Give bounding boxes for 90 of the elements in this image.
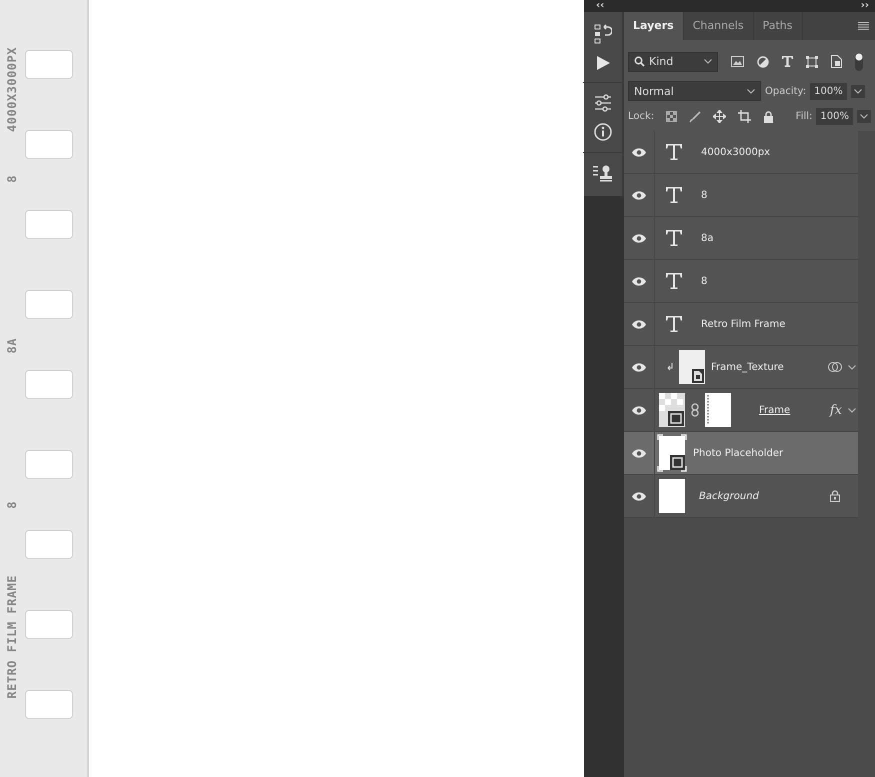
mask-thumbnail [705,393,731,427]
eye-icon[interactable] [632,448,646,458]
layer-name: 8a [701,232,714,244]
eye-icon[interactable] [632,234,646,242]
layer-row[interactable]: Background [624,475,858,518]
caret-icon [854,88,862,94]
panel-tab[interactable]: Layers [624,12,684,40]
type-filter-icon[interactable] [782,56,793,67]
filter-dropdown[interactable]: Kind [628,52,718,72]
image-filter-icon[interactable] [731,56,744,67]
adjustment-filter-icon[interactable] [757,56,769,68]
fill-label: Fill: [796,111,812,122]
sprocket-hole [25,210,73,239]
layer-name: Frame [759,404,790,416]
play-icon[interactable] [595,55,611,71]
opacity-label: Opacity: [765,86,806,96]
layer-thumbnail [659,479,685,513]
expand-button[interactable]: ›› [860,0,869,12]
layer-row[interactable]: 4000x3000px [624,131,858,174]
sprocket-hole [25,610,73,639]
lock-transparency-icon[interactable] [666,111,678,122]
strip-label: RETRO FILM FRAME [5,574,19,699]
search-icon [634,56,645,67]
text-layer-icon [666,187,682,203]
layer-row[interactable]: 8 [624,260,858,303]
eye-icon[interactable] [632,492,646,500]
layer-row[interactable]: Frame fx [624,389,858,432]
move-icon[interactable] [713,110,726,123]
sprocket-hole [25,450,73,479]
opacity-field[interactable]: 100% [810,82,847,100]
layer-name: Photo Placeholder [693,448,784,458]
layer-row[interactable]: 8 [624,174,858,217]
layer-name: Frame_Texture [711,362,784,372]
layer-name: 8 [701,190,708,200]
caret-icon[interactable] [848,408,856,412]
sprocket-hole [25,50,73,79]
effects-badge[interactable]: fx [830,402,842,418]
text-layer-icon [666,316,682,332]
text-layer-icon [666,230,682,246]
adjustments-icon[interactable] [594,94,612,112]
eye-icon[interactable] [632,190,646,200]
fill-field[interactable]: 100% [816,108,853,125]
sprocket-hole [25,290,73,319]
link-icon[interactable] [691,403,699,417]
info-icon[interactable] [594,123,612,141]
opacity-dropdown[interactable] [850,84,865,98]
layer-row[interactable]: Photo Placeholder [624,432,858,475]
caret-icon [747,88,755,94]
sprocket-hole [25,690,73,719]
layer-row[interactable]: 8a [624,217,858,260]
strip-label: 8A [5,338,19,354]
caret-icon [704,59,712,64]
layer-thumbnail [679,350,705,384]
layer-name: 8 [701,276,708,286]
text-layer-icon [666,273,682,289]
menu-icon[interactable] [858,22,869,30]
eye-icon[interactable] [632,276,646,286]
fill-dropdown[interactable] [857,110,871,123]
eye-icon[interactable] [632,148,646,156]
blend-mode-dropdown[interactable]: Normal [628,81,761,101]
crop-icon[interactable] [738,110,752,123]
layer-name: Retro Film Frame [701,318,786,330]
strip-label: 8 [5,501,19,509]
sprocket-hole [25,130,73,159]
layer-row[interactable]: Frame_Texture [624,346,858,389]
eye-icon[interactable] [632,320,646,328]
shape-filter-icon[interactable] [806,56,818,68]
blend-options-icon[interactable] [828,361,842,373]
strip-label: 4000X3000PX [5,46,19,132]
lock-icon[interactable] [763,110,774,122]
filter-toggle-icon[interactable] [855,52,863,70]
lock-label: Lock: [628,111,654,122]
caret-icon [860,114,868,119]
text-layer-icon [666,144,682,160]
layer-row[interactable]: Retro Film Frame [624,303,858,346]
caret-icon[interactable] [848,364,856,370]
stamp-list-icon[interactable] [593,164,613,182]
history-icon[interactable] [594,24,612,44]
sprocket-hole [25,370,73,399]
layer-name: Background [699,490,759,502]
layer-thumbnail [657,434,687,472]
layer-name: 4000x3000px [701,146,770,158]
brush-icon[interactable] [689,110,702,122]
smart-object-filter-icon[interactable] [831,55,842,68]
layer-thumbnail [659,393,685,427]
strip-label: 8 [5,174,19,183]
sprocket-hole [25,530,73,559]
collapse-button[interactable]: ‹‹ [596,0,604,12]
eye-icon[interactable] [632,406,646,414]
eye-icon[interactable] [632,362,646,372]
